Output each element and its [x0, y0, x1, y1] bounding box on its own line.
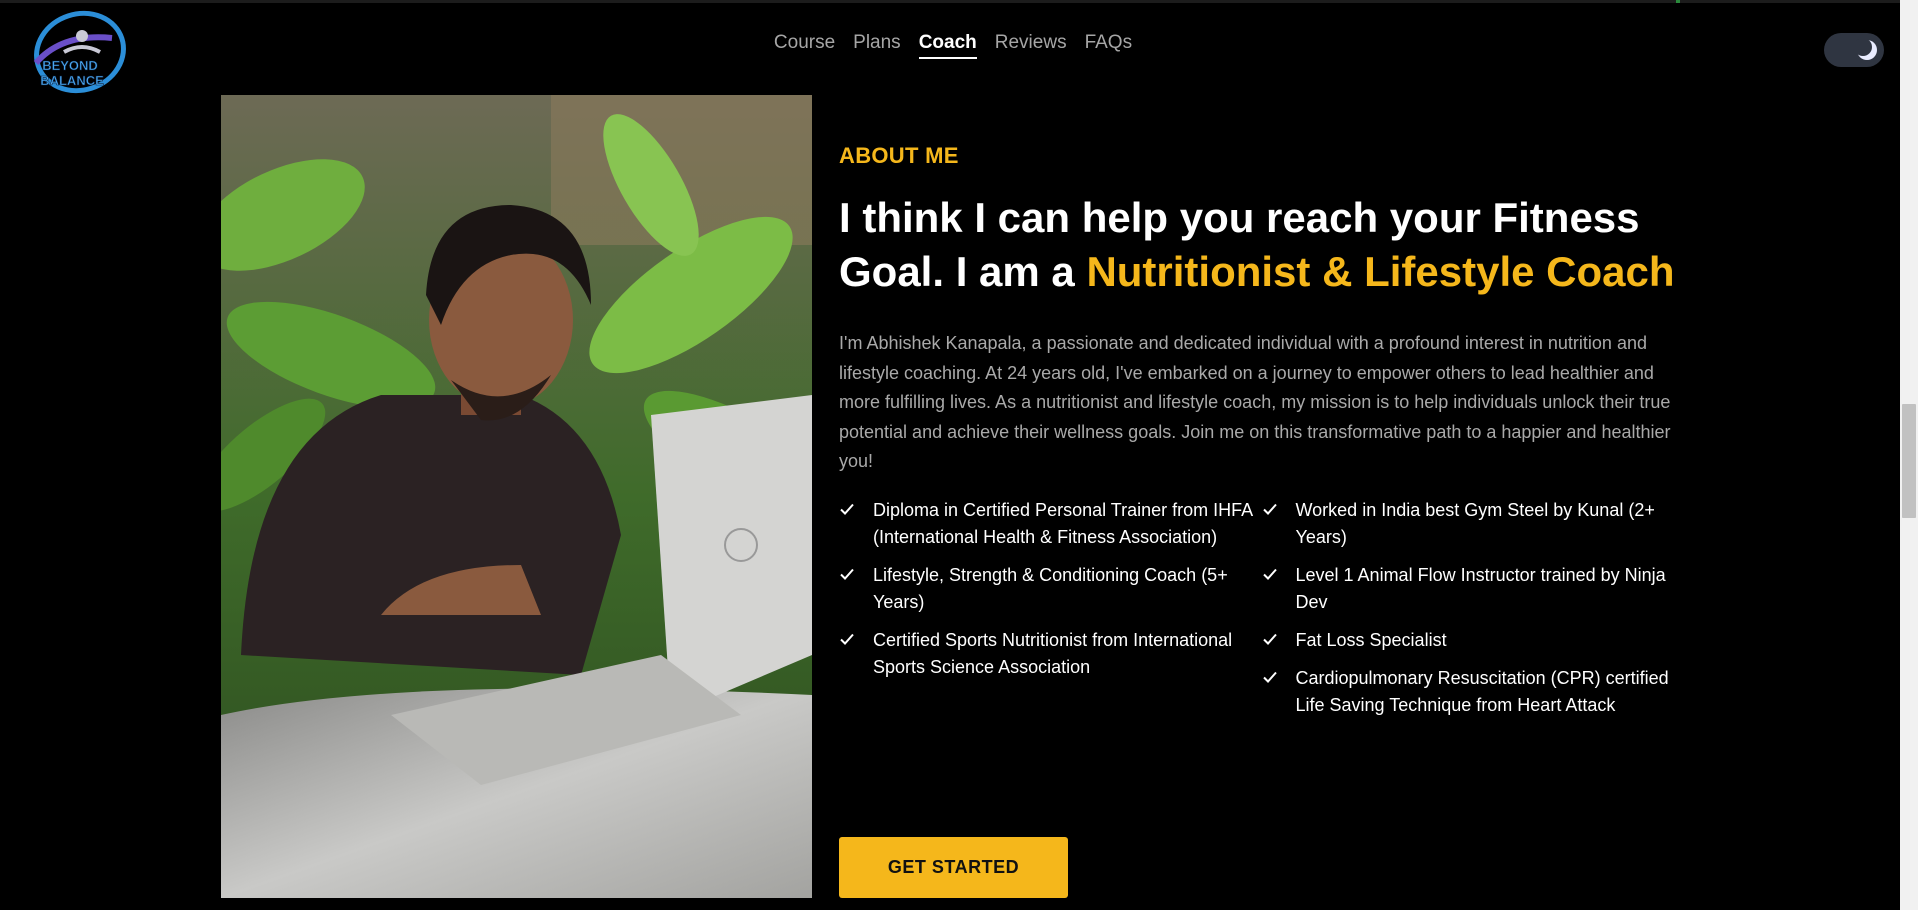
bio-paragraph: I'm Abhishek Kanapala, a passionate and … [839, 333, 1671, 471]
section-eyebrow: ABOUT ME [839, 143, 959, 168]
moon-icon [1856, 39, 1877, 60]
check-icon [1262, 503, 1277, 515]
credential-text: Worked in India best Gym Steel by Kunal … [1295, 499, 1655, 547]
nav-course[interactable]: Course [774, 32, 835, 59]
credential-item: Lifestyle, Strength & Conditioning Coach… [839, 562, 1262, 616]
credential-item: Certified Sports Nutritionist from Inter… [839, 627, 1262, 681]
main-nav: Course Plans Coach Reviews FAQs [0, 32, 1900, 59]
credential-text: Fat Loss Specialist [1295, 629, 1447, 650]
credential-item: Level 1 Animal Flow Instructor trained b… [1262, 562, 1685, 616]
nav-plans[interactable]: Plans [853, 32, 901, 59]
about-section: ABOUT ME I think I can help you reach yo… [839, 135, 1684, 730]
credential-text: Cardiopulmonary Resuscitation (CPR) cert… [1295, 667, 1669, 715]
headline-highlight: Nutritionist & Lifestyle Coach [1086, 248, 1675, 295]
window-top-border [0, 0, 1900, 3]
nav-coach[interactable]: Coach [918, 32, 977, 59]
theme-toggle[interactable] [1824, 33, 1884, 67]
svg-text:BEYOND: BEYOND [42, 58, 98, 73]
coach-photo [221, 95, 812, 898]
check-icon [840, 568, 854, 580]
window-top-accent [1676, 0, 1680, 3]
credential-text: Diploma in Certified Personal Trainer fr… [873, 499, 1253, 547]
credential-item: Cardiopulmonary Resuscitation (CPR) cert… [1262, 665, 1685, 719]
svg-text:BALANCE: BALANCE [40, 73, 104, 88]
check-icon [840, 633, 854, 645]
check-icon [840, 503, 854, 515]
credentials-left: Diploma in Certified Personal Trainer fr… [839, 497, 1262, 730]
check-icon [1262, 633, 1277, 645]
check-icon [1262, 568, 1277, 580]
credential-text: Level 1 Animal Flow Instructor trained b… [1295, 564, 1666, 612]
credentials-right: Worked in India best Gym Steel by Kunal … [1262, 497, 1685, 730]
scrollbar-thumb[interactable] [1902, 404, 1916, 518]
about-headline: I think I can help you reach your Fitnes… [839, 191, 1684, 299]
credential-text: Certified Sports Nutritionist from Inter… [873, 629, 1233, 677]
credential-item: Fat Loss Specialist [1262, 627, 1685, 654]
nav-reviews[interactable]: Reviews [995, 32, 1067, 59]
get-started-button[interactable]: GET STARTED [839, 837, 1068, 898]
credential-item: Diploma in Certified Personal Trainer fr… [839, 497, 1262, 551]
credential-item: Worked in India best Gym Steel by Kunal … [1262, 497, 1685, 551]
check-icon [1262, 671, 1277, 683]
credential-text: Lifestyle, Strength & Conditioning Coach… [873, 564, 1228, 612]
nav-faqs[interactable]: FAQs [1085, 32, 1133, 59]
credentials: Diploma in Certified Personal Trainer fr… [839, 497, 1684, 730]
